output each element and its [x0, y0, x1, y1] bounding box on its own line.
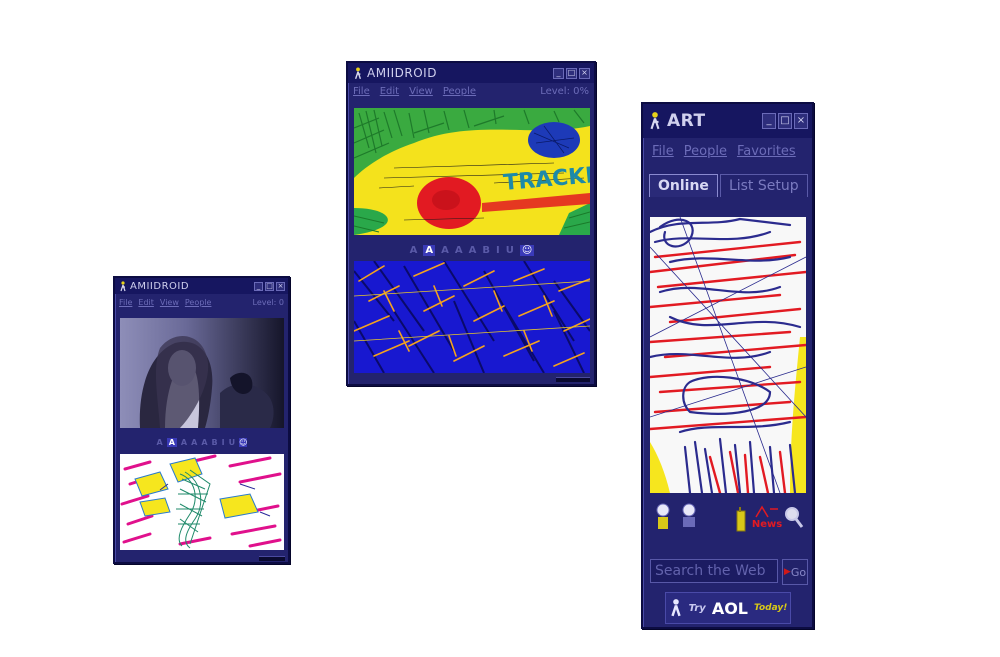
maximize-button[interactable]: □	[778, 113, 792, 129]
title-bar[interactable]: AMIIDROID _ □ ×	[115, 278, 288, 294]
close-button[interactable]: ×	[276, 281, 285, 291]
tab-online[interactable]: Online	[649, 174, 718, 197]
search-icon[interactable]	[783, 502, 805, 532]
menu-bar: File Edit View People Level: 0%	[348, 83, 594, 99]
normal-font-button[interactable]: A	[191, 438, 197, 447]
background-color-button[interactable]: A	[166, 437, 177, 447]
doodle-canvas[interactable]	[354, 261, 590, 373]
bold-button[interactable]: B	[212, 438, 218, 447]
format-toolbar: A A A A A B I U ☺	[354, 241, 590, 259]
menu-people[interactable]: People	[185, 298, 212, 307]
buddy-icon-doodle: TRACKER	[354, 108, 590, 235]
phone-icon[interactable]	[733, 506, 749, 534]
menu-people[interactable]: People	[443, 86, 476, 97]
aim-runner-icon	[352, 66, 364, 80]
close-button[interactable]: ×	[794, 113, 808, 129]
normal-font-button[interactable]: A	[455, 245, 463, 256]
title-bar[interactable]: AMIIDROID _ □ ×	[348, 63, 594, 83]
doodle-canvas[interactable]	[120, 454, 284, 550]
aim-runner-icon	[647, 110, 663, 132]
window-title: AMIIDROID	[367, 66, 437, 80]
aim-runner-icon	[118, 280, 128, 292]
status-bar	[556, 377, 590, 382]
menu-bar: File Edit View People Level: 0	[115, 296, 288, 308]
menu-edit[interactable]: Edit	[138, 298, 154, 307]
increase-font-button[interactable]: A	[201, 438, 207, 447]
warning-level: Level: 0%	[540, 85, 589, 97]
format-toolbar: A A A A A B I U ☺	[120, 435, 284, 449]
aol-runner-icon	[669, 598, 683, 618]
amiidroid-window-small: AMIIDROID _ □ × File Edit View People Le…	[113, 276, 290, 564]
window-title: ART	[667, 111, 706, 131]
search-web-input[interactable]: Search the Web	[650, 559, 778, 583]
maximize-button[interactable]: □	[566, 67, 577, 79]
go-label: Go	[790, 565, 807, 579]
window-title: AMIIDROID	[130, 280, 190, 292]
minimize-button[interactable]: _	[553, 67, 564, 79]
menu-edit[interactable]: Edit	[380, 86, 399, 97]
news-icon[interactable]: News	[751, 502, 783, 532]
menu-favorites[interactable]: Favorites	[737, 144, 796, 159]
promo-today: Today!	[754, 603, 788, 613]
maximize-button[interactable]: □	[265, 281, 274, 291]
text-color-button[interactable]: A	[410, 245, 418, 256]
menu-bar: File People Favorites	[643, 140, 812, 162]
increase-font-button[interactable]: A	[469, 245, 477, 256]
decrease-font-button[interactable]: A	[181, 438, 187, 447]
underline-button[interactable]: U	[506, 245, 514, 256]
menu-file[interactable]: File	[652, 144, 674, 159]
buddy-tabs: Online List Setup	[649, 174, 810, 197]
smiley-icon[interactable]: ☺	[519, 244, 535, 256]
promo-brand: AOL	[711, 598, 748, 618]
try-aol-button[interactable]: Try AOL Today!	[665, 592, 791, 624]
menu-people[interactable]: People	[684, 144, 727, 159]
minimize-button[interactable]: _	[762, 113, 776, 129]
menu-file[interactable]: File	[353, 86, 370, 97]
menu-view[interactable]: View	[409, 86, 433, 97]
menu-view[interactable]: View	[160, 298, 179, 307]
buddy-list-art	[650, 217, 806, 493]
warning-level: Level: 0	[252, 297, 284, 307]
title-bar[interactable]: ART _ □ ×	[643, 104, 812, 138]
decrease-font-button[interactable]: A	[441, 245, 449, 256]
status-bar	[259, 556, 285, 561]
smiley-icon[interactable]: ☺	[239, 437, 248, 447]
go-button[interactable]: ▶ Go	[782, 559, 808, 585]
news-label: News	[751, 518, 783, 530]
im-icon[interactable]	[651, 502, 675, 532]
minimize-button[interactable]: _	[254, 281, 263, 291]
bold-button[interactable]: B	[482, 245, 490, 256]
italic-button[interactable]: I	[222, 438, 225, 447]
aim-buddy-list-window: ART _ □ × File People Favorites Online L…	[641, 102, 814, 629]
close-button[interactable]: ×	[579, 67, 590, 79]
promo-try: Try	[688, 602, 706, 614]
tab-list-setup[interactable]: List Setup	[719, 174, 808, 197]
chat-icon[interactable]	[677, 502, 701, 532]
amiidroid-window-medium: AMIIDROID _ □ × File Edit View People Le…	[346, 61, 596, 386]
buddy-icon-photo	[120, 318, 284, 428]
menu-file[interactable]: File	[119, 298, 132, 307]
underline-button[interactable]: U	[229, 438, 236, 447]
italic-button[interactable]: I	[496, 245, 500, 256]
go-arrow-icon: ▶	[783, 567, 791, 577]
text-color-button[interactable]: A	[157, 438, 163, 447]
background-color-button[interactable]: A	[423, 244, 436, 256]
